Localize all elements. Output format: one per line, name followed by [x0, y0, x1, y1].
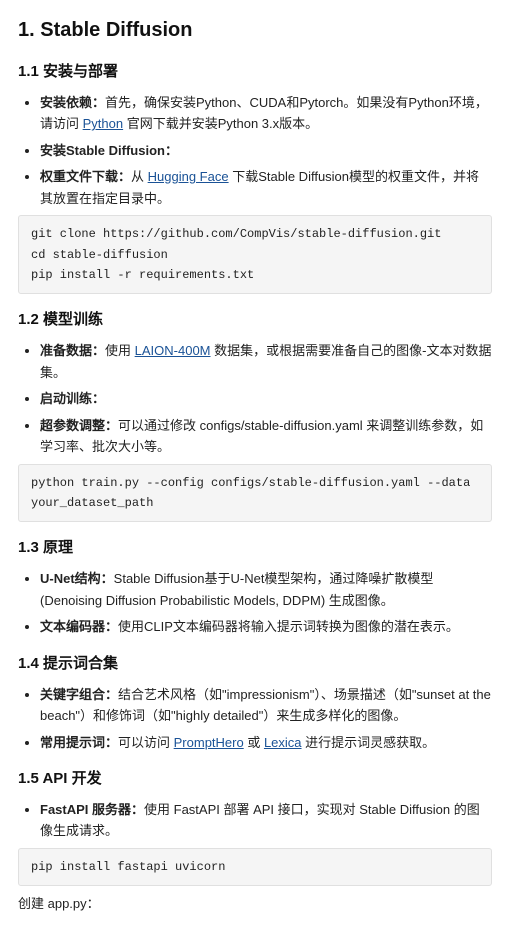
list-item-install-sd: 安装Stable Diffusion：: [40, 140, 492, 161]
item-label-data-prep: 准备数据：: [40, 343, 105, 358]
list-item-keyword-combo: 关键字组合：结合艺术风格（如"impressionism"）、场景描述（如"su…: [40, 684, 492, 727]
link-prompthero[interactable]: PromptHero: [174, 735, 244, 750]
code-block-start-train: python train.py --config configs/stable-…: [18, 464, 492, 523]
item-label-unet: U-Net结构：: [40, 571, 114, 586]
code-block-fastapi: pip install fastapi uvicorn: [18, 848, 492, 886]
section-list-s5: FastAPI 服务器：使用 FastAPI 部署 API 接口，实现对 Sta…: [18, 799, 492, 842]
section-heading-s3: 1.3 原理: [18, 536, 492, 560]
list-item-install-env: 安装依赖：首先，确保安装Python、CUDA和Pytorch。如果没有Pyth…: [40, 92, 492, 135]
list-item-fastapi: FastAPI 服务器：使用 FastAPI 部署 API 接口，实现对 Sta…: [40, 799, 492, 842]
link-lexica[interactable]: Lexica: [264, 735, 302, 750]
section-list-s2: 准备数据：使用 LAION-400M 数据集，或根据需要准备自己的图像-文本对数…: [18, 340, 492, 457]
item-label-install-weights: 权重文件下载：: [40, 169, 131, 184]
after-text-fastapi: 创建 app.py：: [18, 894, 492, 915]
link-hugging-face[interactable]: Hugging Face: [148, 169, 229, 184]
section-s4: 1.4 提示词合集关键字组合：结合艺术风格（如"impressionism"）、…: [18, 652, 492, 753]
list-item-common-prompts: 常用提示词：可以访问 PromptHero 或 Lexica 进行提示词灵感获取…: [40, 732, 492, 753]
list-item-text-encoder: 文本编码器：使用CLIP文本编码器将输入提示词转换为图像的潜在表示。: [40, 616, 492, 637]
section-heading-s1: 1.1 安装与部署: [18, 60, 492, 84]
section-s5: 1.5 API 开发 FastAPI 服务器：使用 FastAPI 部署 API …: [18, 767, 492, 915]
section-list-s3: U-Net结构：Stable Diffusion基于U-Net模型架构，通过降噪…: [18, 568, 492, 637]
section-s1: 1.1 安装与部署安装依赖：首先，确保安装Python、CUDA和Pytorch…: [18, 60, 492, 294]
list-item-unet: U-Net结构：Stable Diffusion基于U-Net模型架构，通过降噪…: [40, 568, 492, 611]
list-item-install-weights: 权重文件下载：从 Hugging Face 下载Stable Diffusion…: [40, 166, 492, 209]
list-item-params: 超参数调整：可以通过修改 configs/stable-diffusion.ya…: [40, 415, 492, 458]
item-label-install-env: 安装依赖：: [40, 95, 105, 110]
item-label-keyword-combo: 关键字组合：: [40, 687, 118, 702]
section-s3: 1.3 原理 U-Net结构：Stable Diffusion基于U-Net模型架…: [18, 536, 492, 637]
section-heading-s2: 1.2 模型训练: [18, 308, 492, 332]
list-item-start-train: 启动训练：: [40, 388, 492, 409]
section-list-s1: 安装依赖：首先，确保安装Python、CUDA和Pytorch。如果没有Pyth…: [18, 92, 492, 209]
code-block-install-sd: git clone https://github.com/CompVis/sta…: [18, 215, 492, 294]
item-label-start-train: 启动训练：: [40, 391, 105, 406]
link-laion-400m[interactable]: LAION-400M: [135, 343, 211, 358]
link-python[interactable]: Python: [83, 116, 123, 131]
section-heading-s4: 1.4 提示词合集: [18, 652, 492, 676]
section-heading-s5: 1.5 API 开发: [18, 767, 492, 791]
page-title: 1. Stable Diffusion: [18, 14, 492, 46]
item-label-params: 超参数调整：: [40, 418, 118, 433]
item-label-text-encoder: 文本编码器：: [40, 619, 118, 634]
item-label-fastapi: FastAPI 服务器：: [40, 802, 144, 817]
list-item-data-prep: 准备数据：使用 LAION-400M 数据集，或根据需要准备自己的图像-文本对数…: [40, 340, 492, 383]
item-label-install-sd: 安装Stable Diffusion：: [40, 143, 178, 158]
section-s2: 1.2 模型训练准备数据：使用 LAION-400M 数据集，或根据需要准备自己…: [18, 308, 492, 522]
item-label-common-prompts: 常用提示词：: [40, 735, 118, 750]
section-list-s4: 关键字组合：结合艺术风格（如"impressionism"）、场景描述（如"su…: [18, 684, 492, 753]
